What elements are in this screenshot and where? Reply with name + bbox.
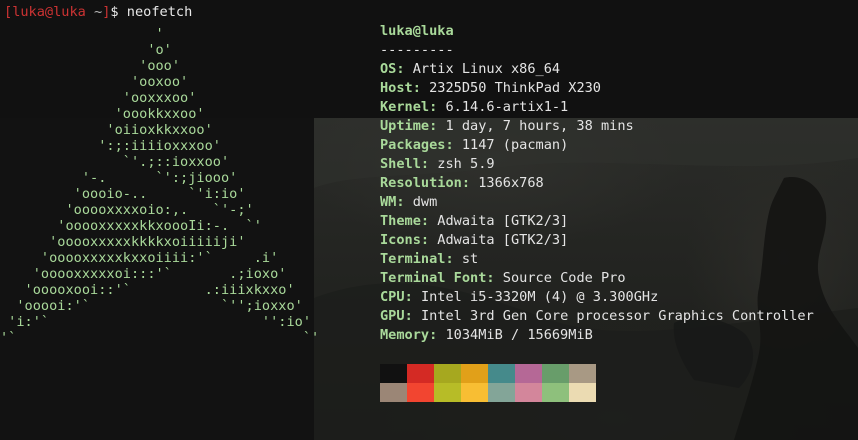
ascii-line: ':;:iiiioxxxoo' bbox=[0, 138, 221, 154]
info-value: Intel 3rd Gen Core processor Graphics Co… bbox=[420, 308, 814, 324]
color-swatch bbox=[407, 383, 434, 402]
color-swatch bbox=[569, 364, 596, 383]
prompt-symbol: $ bbox=[110, 4, 127, 20]
ascii-line: 'ooooxxxxxkkxoooIi:-. `' bbox=[0, 218, 262, 234]
info-value: st bbox=[461, 251, 479, 267]
color-swatch bbox=[569, 383, 596, 402]
color-swatch bbox=[515, 383, 542, 402]
info-label: OS bbox=[380, 61, 397, 77]
info-separator: --------- bbox=[380, 42, 454, 58]
info-value: Source Code Pro bbox=[502, 270, 626, 286]
info-label: CPU bbox=[380, 289, 405, 305]
ascii-line: 'oiioxkkxxoo' bbox=[0, 122, 213, 138]
info-row-icons: Icons: Adwaita [GTK2/3] bbox=[380, 232, 569, 248]
ascii-line: 'ooooxxxxxkxxoiiii:'` .i' bbox=[0, 250, 279, 266]
ascii-line: 'ooooxxxxoio:,. `'-;' bbox=[0, 202, 254, 218]
info-row-gpu: GPU: Intel 3rd Gen Core processor Graphi… bbox=[380, 308, 814, 324]
info-label: Icons bbox=[380, 232, 421, 248]
color-swatch bbox=[542, 383, 569, 402]
info-value: 1147 (pacman) bbox=[461, 137, 569, 153]
info-row-cpu: CPU: Intel i5-3320M (4) @ 3.300GHz bbox=[380, 289, 659, 305]
info-label: Terminal Font bbox=[380, 270, 487, 286]
prompt-path: ~ bbox=[85, 4, 103, 20]
info-row-kernel: Kernel: 6.14.6-artix1-1 bbox=[380, 99, 569, 115]
info-label: Shell bbox=[380, 156, 421, 172]
info-label: Memory bbox=[380, 327, 430, 343]
ascii-line: '` `' bbox=[0, 330, 320, 346]
info-row-uptime: Uptime: 1 day, 7 hours, 38 mins bbox=[380, 118, 634, 134]
info-row-terminal-font: Terminal Font: Source Code Pro bbox=[380, 270, 626, 286]
ascii-line: 'i:'` '':io' bbox=[0, 314, 311, 330]
artix-ascii-logo: ' 'o' 'ooo' 'ooxoo' 'ooxxxoo' 'oookkxxoo… bbox=[0, 26, 319, 346]
ascii-line: 'ooooxxxxxoi:::'` .;ioxo' bbox=[0, 266, 287, 282]
info-value: Intel i5-3320M (4) @ 3.300GHz bbox=[420, 289, 659, 305]
color-swatch bbox=[542, 364, 569, 383]
info-title: luka@luka bbox=[380, 23, 454, 39]
ascii-line: 'ooooxooi::'` .:iiixkxxo' bbox=[0, 282, 295, 298]
info-value: 1 day, 7 hours, 38 mins bbox=[445, 118, 634, 134]
info-value: zsh 5.9 bbox=[437, 156, 495, 172]
info-label: Theme bbox=[380, 213, 421, 229]
info-label: Uptime bbox=[380, 118, 430, 134]
info-row-os: OS: Artix Linux x86_64 bbox=[380, 61, 561, 77]
prompt-user-host: luka@luka bbox=[12, 4, 86, 20]
info-value: 6.14.6-artix1-1 bbox=[445, 99, 569, 115]
ascii-line: 'o' bbox=[0, 42, 172, 58]
info-label: GPU bbox=[380, 308, 405, 324]
color-swatch bbox=[380, 383, 407, 402]
ascii-line: 'oookkxxoo' bbox=[0, 106, 205, 122]
color-swatch bbox=[461, 364, 488, 383]
color-swatch bbox=[515, 364, 542, 383]
info-row-wm: WM: dwm bbox=[380, 194, 438, 210]
info-row-terminal: Terminal: st bbox=[380, 251, 479, 267]
info-row-theme: Theme: Adwaita [GTK2/3] bbox=[380, 213, 569, 229]
color-swatch bbox=[380, 364, 407, 383]
info-label: Host bbox=[380, 80, 413, 96]
color-swatch bbox=[488, 383, 515, 402]
info-value: Adwaita [GTK2/3] bbox=[437, 213, 569, 229]
ascii-line: 'ooooi:'` `'';ioxxo' bbox=[0, 298, 303, 314]
color-swatch bbox=[434, 383, 461, 402]
prompt-command: neofetch bbox=[126, 4, 193, 20]
color-swatch bbox=[488, 364, 515, 383]
ascii-line: ' bbox=[0, 26, 164, 42]
ascii-line: 'ooooxxxxxkkkkxoiiiiiji' bbox=[0, 234, 246, 250]
info-value: 1034MiB / 15669MiB bbox=[445, 327, 593, 343]
info-label: Kernel bbox=[380, 99, 430, 115]
info-row-memory: Memory: 1034MiB / 15669MiB bbox=[380, 327, 593, 343]
ascii-line: '-. `':;jiooo' bbox=[0, 170, 238, 186]
info-label: WM bbox=[380, 194, 397, 210]
ascii-line: 'ooxoo' bbox=[0, 74, 189, 90]
prompt-open-bracket: [ bbox=[4, 4, 13, 20]
info-value: 2325D50 ThinkPad X230 bbox=[429, 80, 601, 96]
ascii-line: 'ooxxxoo' bbox=[0, 90, 197, 106]
ascii-line: `'.;::ioxxoo' bbox=[0, 154, 230, 170]
info-row-packages: Packages: 1147 (pacman) bbox=[380, 137, 569, 153]
info-label: Terminal bbox=[380, 251, 446, 267]
color-swatch bbox=[407, 364, 434, 383]
info-row-shell: Shell: zsh 5.9 bbox=[380, 156, 495, 172]
info-label: Packages bbox=[380, 137, 446, 153]
info-value: 1366x768 bbox=[478, 175, 544, 191]
info-label: Resolution bbox=[380, 175, 462, 191]
color-swatch bbox=[461, 383, 488, 402]
color-swatch bbox=[434, 364, 461, 383]
info-value: Adwaita [GTK2/3] bbox=[437, 232, 569, 248]
info-row-resolution: Resolution: 1366x768 bbox=[380, 175, 544, 191]
info-row-host: Host: 2325D50 ThinkPad X230 bbox=[380, 80, 601, 96]
info-value: dwm bbox=[412, 194, 438, 210]
ascii-line: 'oooio-.. `'i:io' bbox=[0, 186, 246, 202]
shell-prompt[interactable]: [luka@luka ~]$ neofetch bbox=[4, 3, 192, 22]
info-value: Artix Linux x86_64 bbox=[412, 61, 561, 77]
ascii-line: 'ooo' bbox=[0, 58, 181, 74]
